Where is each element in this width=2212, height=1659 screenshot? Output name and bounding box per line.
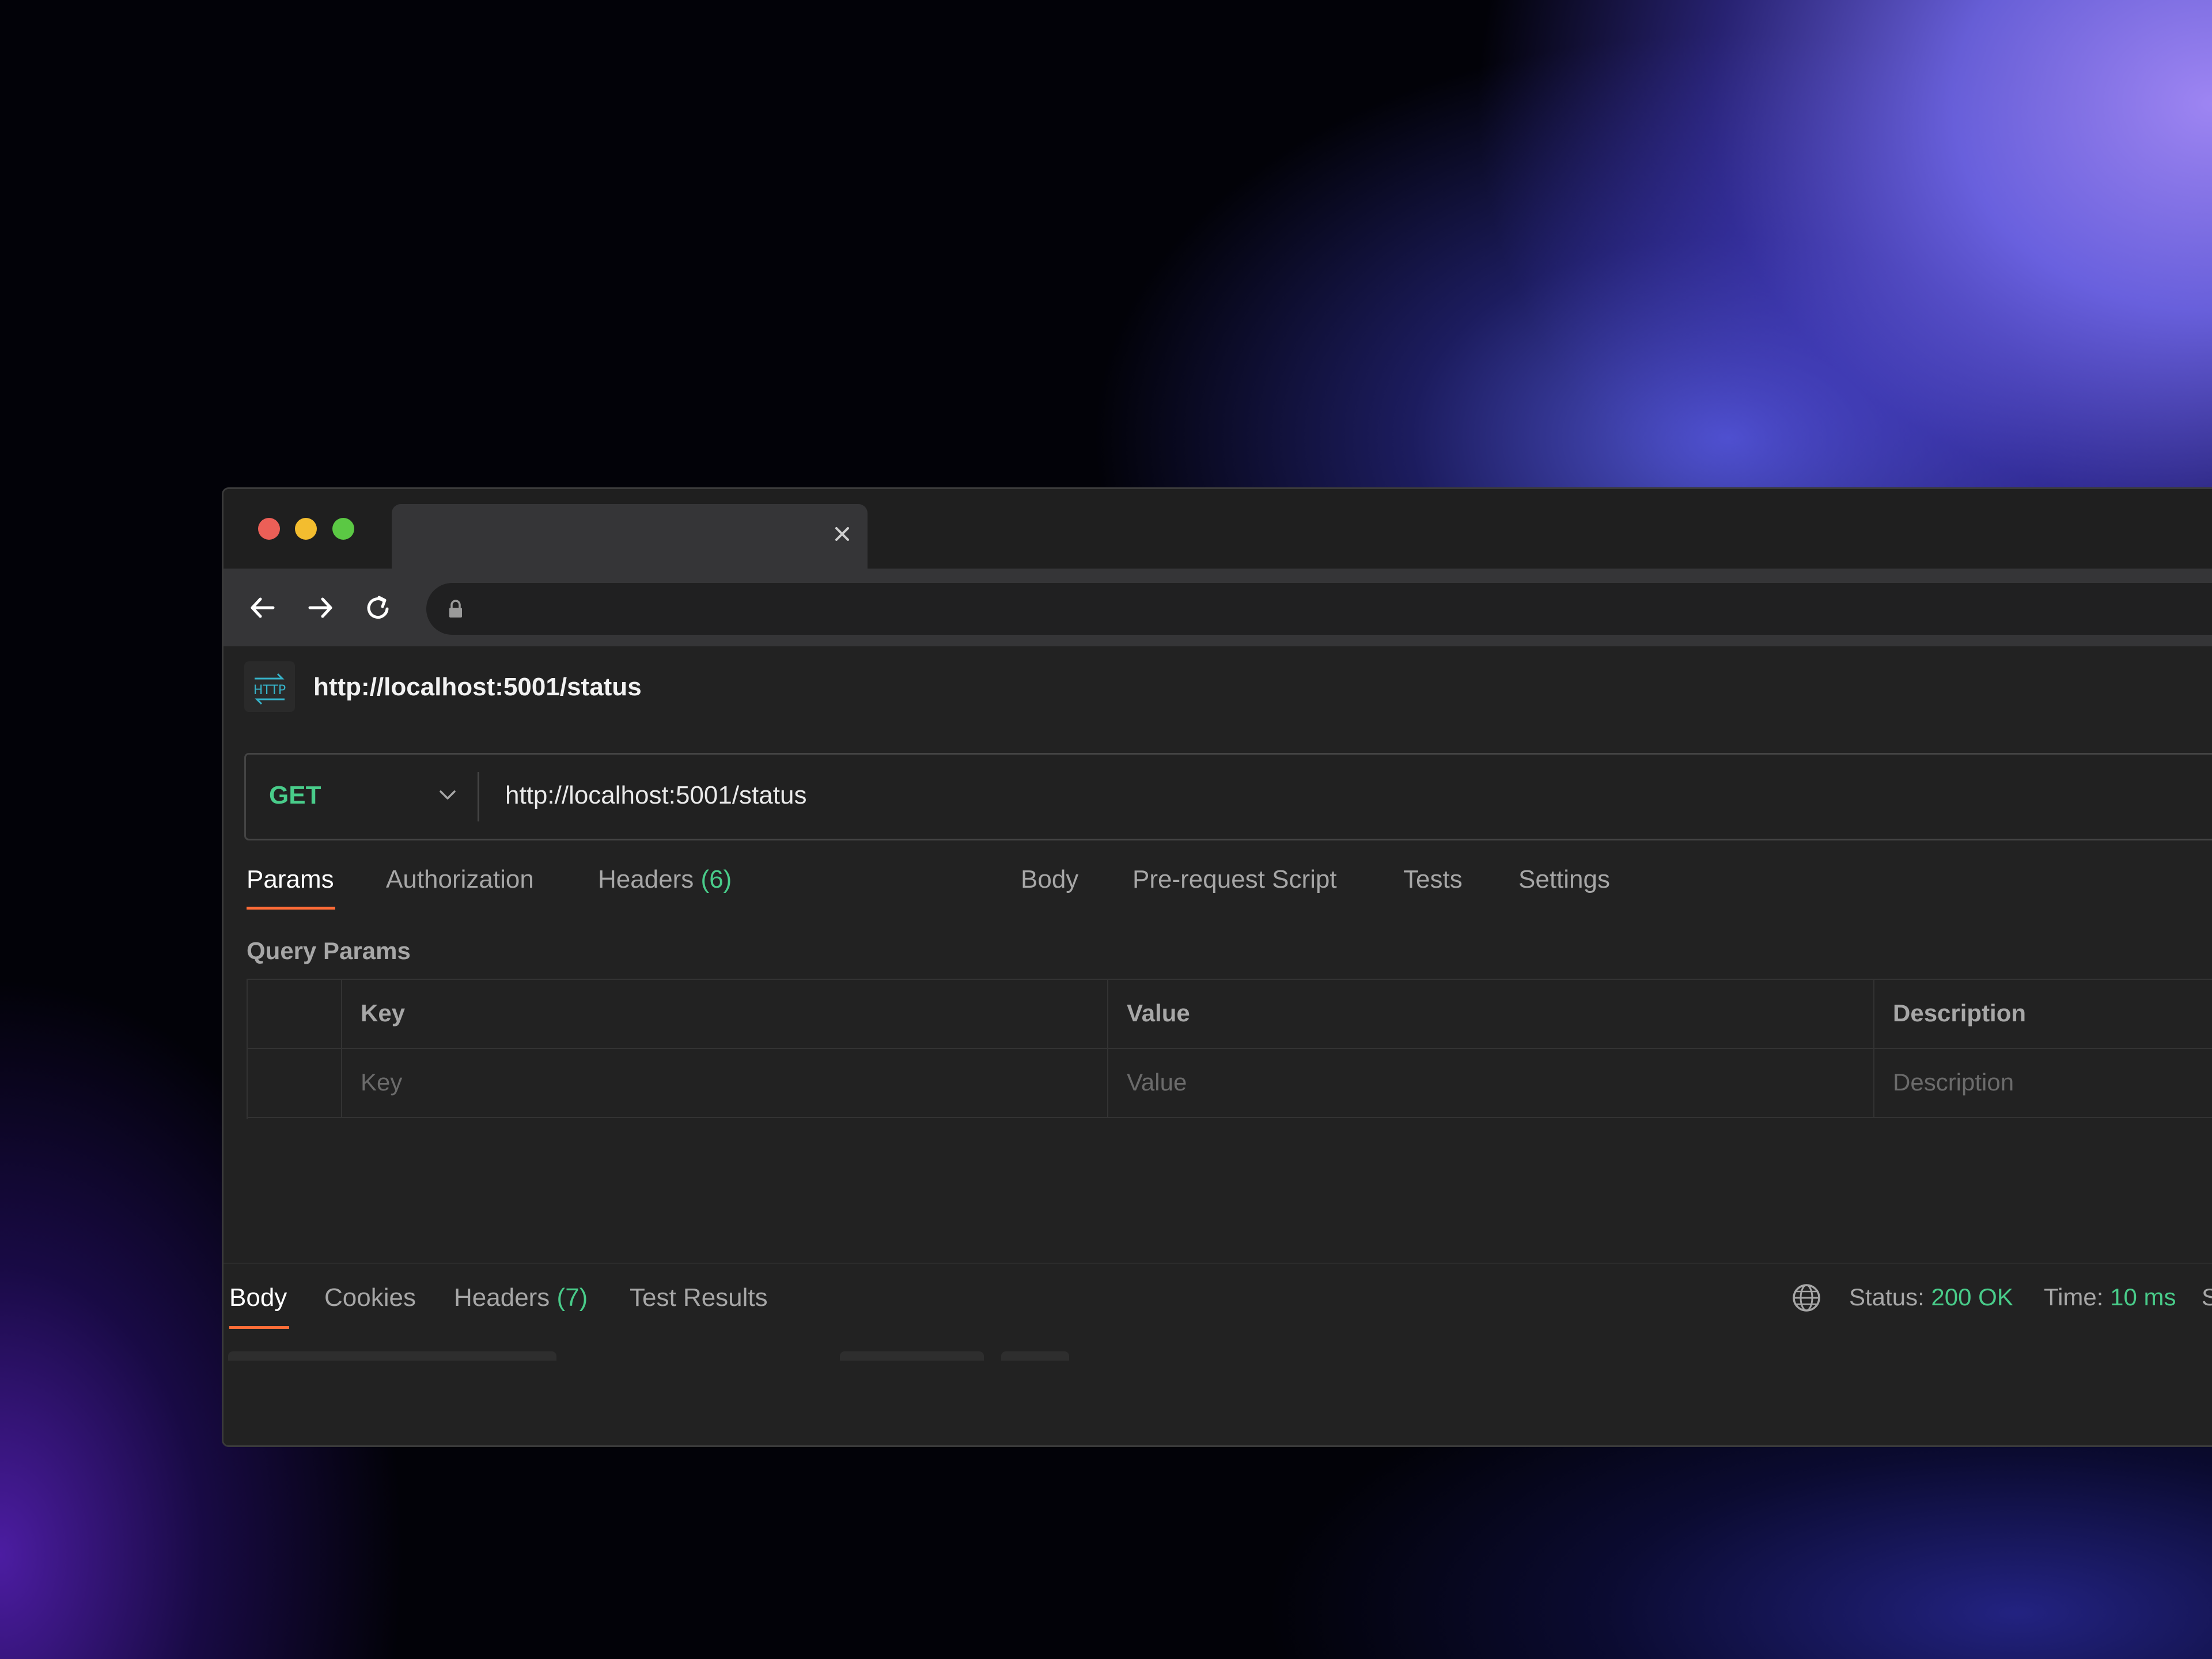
value-placeholder: Value	[1127, 1069, 1187, 1096]
browser-tab[interactable]	[392, 504, 868, 571]
close-icon[interactable]	[831, 522, 854, 546]
svg-text:HTTP: HTTP	[253, 683, 286, 698]
response-tab-cookies[interactable]: Cookies	[324, 1283, 416, 1312]
description-column-header: Description	[1874, 980, 2212, 1048]
title-bar	[224, 489, 2212, 571]
response-tab-headers-label: Headers	[454, 1283, 550, 1312]
http-request-icon: HTTP	[244, 661, 295, 712]
response-wrap-control[interactable]	[1001, 1351, 1069, 1361]
response-view-control[interactable]	[840, 1351, 984, 1361]
key-input[interactable]: Key	[342, 1049, 1108, 1117]
query-params-table: Key Value Description Key Value Descript…	[247, 979, 2212, 1119]
description-input[interactable]: Description	[1874, 1049, 2212, 1117]
key-placeholder: Key	[361, 1069, 403, 1096]
request-title[interactable]: http://localhost:5001/status	[313, 673, 642, 702]
tab-authorization[interactable]: Authorization	[386, 865, 534, 894]
address-bar[interactable]	[426, 583, 2212, 635]
tab-tests[interactable]: Tests	[1403, 865, 1463, 894]
method-selector[interactable]: GET	[269, 781, 321, 810]
url-divider	[478, 772, 479, 821]
key-header-label: Key	[361, 999, 406, 1027]
tab-params[interactable]: Params	[247, 865, 335, 910]
back-arrow-icon[interactable]	[247, 592, 279, 624]
status-value[interactable]: 200 OK	[1931, 1283, 2013, 1310]
close-window-button[interactable]	[258, 518, 280, 540]
response-tab-headers[interactable]: Headers (7)	[454, 1283, 588, 1312]
response-divider[interactable]	[224, 1263, 2212, 1264]
response-active-tab-indicator	[229, 1326, 289, 1329]
active-tab-indicator	[247, 907, 335, 910]
minimize-window-button[interactable]	[295, 518, 317, 540]
description-header-label: Description	[1893, 999, 2027, 1027]
response-tab-test-results[interactable]: Test Results	[630, 1283, 768, 1312]
key-column-header: Key	[342, 980, 1108, 1048]
description-placeholder: Description	[1893, 1069, 2014, 1096]
tab-body[interactable]: Body	[1021, 865, 1078, 894]
chevron-down-icon[interactable]	[436, 783, 459, 806]
table-row: Key Value Description	[248, 1049, 2212, 1118]
response-time: Time: 10 ms	[2044, 1283, 2176, 1311]
time-label: Time:	[2044, 1283, 2104, 1310]
url-input[interactable]: http://localhost:5001/status	[505, 781, 806, 810]
response-size-label: S	[2202, 1283, 2212, 1311]
tab-headers[interactable]: Headers (6)	[598, 865, 732, 894]
table-header-row: Key Value Description	[248, 980, 2212, 1049]
tab-settings[interactable]: Settings	[1518, 865, 1610, 894]
value-header-label: Value	[1127, 999, 1190, 1027]
response-status: Status: 200 OK	[1849, 1283, 2013, 1311]
request-editor: HTTP http://localhost:5001/status GET ht…	[224, 646, 2212, 1445]
tab-pre-request-script[interactable]: Pre-request Script	[1132, 865, 1337, 894]
row-checkbox-cell[interactable]	[248, 1049, 342, 1117]
checkbox-column-header	[248, 980, 342, 1048]
status-label: Status:	[1849, 1283, 1925, 1310]
value-input[interactable]: Value	[1108, 1049, 1874, 1117]
tab-params-label: Params	[247, 865, 334, 893]
response-tab-body[interactable]: Body	[229, 1283, 287, 1312]
value-column-header: Value	[1108, 980, 1874, 1048]
reload-icon[interactable]	[362, 592, 394, 624]
response-format-control[interactable]	[228, 1351, 556, 1361]
lock-icon	[449, 600, 462, 618]
tab-headers-count: (6)	[700, 865, 732, 893]
maximize-window-button[interactable]	[332, 518, 354, 540]
response-tab-headers-count: (7)	[556, 1283, 588, 1312]
browser-window: HTTP http://localhost:5001/status GET ht…	[222, 487, 2212, 1447]
globe-icon[interactable]	[1790, 1282, 1823, 1314]
navigation-bar	[224, 569, 2212, 646]
time-value[interactable]: 10 ms	[2110, 1283, 2176, 1310]
forward-arrow-icon[interactable]	[304, 592, 336, 624]
request-url-bar: GET http://localhost:5001/status	[244, 753, 2212, 840]
tab-headers-label: Headers	[598, 865, 694, 893]
query-params-label: Query Params	[247, 937, 411, 964]
